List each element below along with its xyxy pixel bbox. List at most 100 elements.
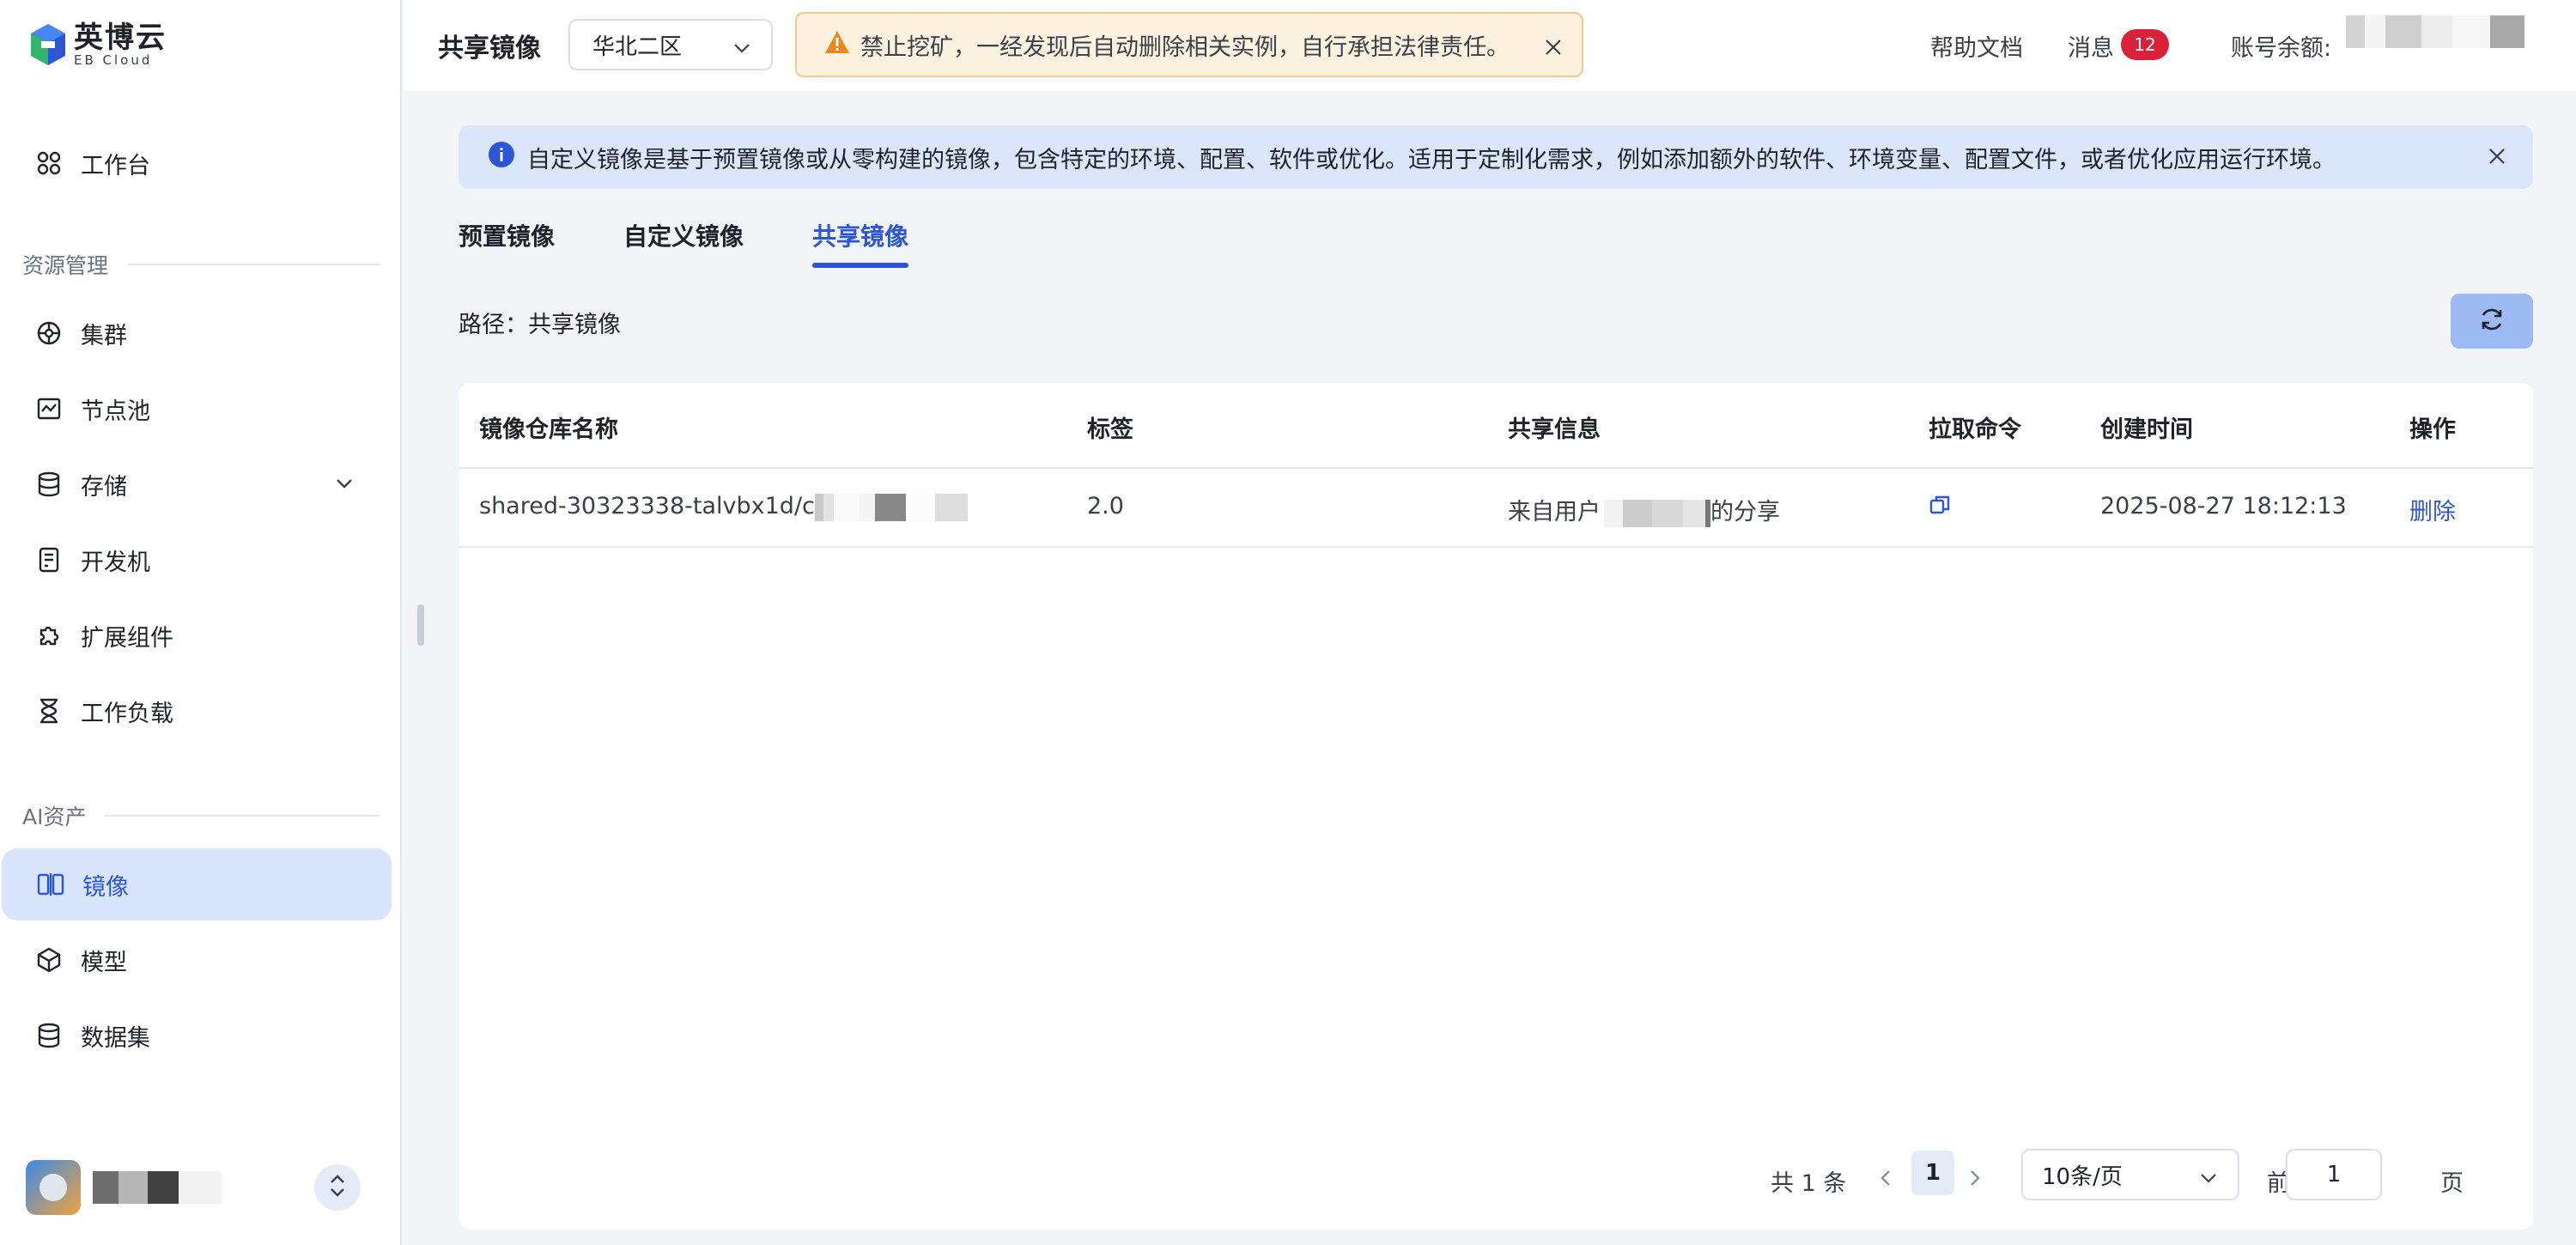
info-banner: 自定义镜像是基于预置镜像或从零构建的镜像，包含特定的环境、配置、软件或优化。适用… xyxy=(459,125,2533,189)
section-label: 资源管理 xyxy=(22,253,109,278)
sidebar-item-label: 节点池 xyxy=(81,398,150,425)
table-row: shared-30323338-talvbx1d/c 2.0 来自用户 的分享 … xyxy=(459,469,2533,548)
cluster-icon xyxy=(34,319,64,348)
share-info-cell: 来自用户 的分享 xyxy=(1508,493,1780,527)
chevron-right-icon xyxy=(1966,1168,1984,1194)
sidebar-item-dev-machine[interactable]: 开发机 xyxy=(0,524,392,596)
chevron-down-icon xyxy=(732,38,752,64)
tab-shared-images[interactable]: 共享镜像 xyxy=(812,218,908,252)
sidebar-item-label: 集群 xyxy=(81,322,127,349)
sidebar-item-label: 数据集 xyxy=(81,1024,150,1052)
sidebar-item-extension[interactable]: 扩展组件 xyxy=(0,599,392,671)
brand-logo[interactable]: 英博云 EB Cloud xyxy=(29,19,167,70)
warning-text: 禁止挖矿，一经发现后自动删除相关实例，自行承担法律责任。 xyxy=(860,33,1510,61)
user-profile[interactable] xyxy=(26,1159,369,1216)
breadcrumb: 路径：共享镜像 xyxy=(459,312,621,338)
info-icon xyxy=(488,141,515,174)
region-value: 华北二区 xyxy=(592,33,683,60)
info-text: 自定义镜像是基于预置镜像或从零构建的镜像，包含特定的环境、配置、软件或优化。适用… xyxy=(527,146,2336,173)
sidebar-item-label: 开发机 xyxy=(81,549,150,576)
chevron-down-icon xyxy=(2198,1168,2219,1194)
column-header: 镜像仓库名称 xyxy=(479,416,618,443)
username-redacted xyxy=(93,1171,222,1204)
expand-collapse-icon xyxy=(327,1173,348,1202)
goto-page-input[interactable] xyxy=(2286,1149,2382,1200)
column-header: 创建时间 xyxy=(2100,416,2193,443)
section-label: AI资产 xyxy=(22,805,87,829)
avatar xyxy=(26,1160,81,1215)
dataset-icon xyxy=(34,1021,64,1050)
column-header: 共享信息 xyxy=(1508,416,1601,443)
app-root: 英博云 EB Cloud 工作台 资源管理 集群 节点池 存储 开发机 扩展组件… xyxy=(0,0,2576,1245)
account-switch-button[interactable] xyxy=(314,1164,361,1211)
repo-name-cell: shared-30323338-talvbx1d/c xyxy=(479,493,968,521)
sidebar-item-label: 镜像 xyxy=(82,873,129,901)
section-resources: 资源管理 xyxy=(22,249,380,280)
messages-link[interactable]: 消息 xyxy=(2068,29,2114,63)
balance-redacted xyxy=(2346,15,2524,48)
logo-mark-icon xyxy=(29,22,67,67)
column-header: 操作 xyxy=(2409,416,2456,443)
messages-count-badge: 12 xyxy=(2121,29,2169,60)
repo-name: shared-30323338-talvbx1d/c xyxy=(479,493,815,519)
sidebar-item-storage[interactable]: 存储 xyxy=(0,448,392,520)
page-size-select[interactable]: 10条/页 xyxy=(2021,1149,2239,1200)
refresh-icon xyxy=(2478,306,2506,337)
brand-name: 英博云 xyxy=(74,21,167,55)
workbench-icon xyxy=(34,149,64,178)
close-icon[interactable] xyxy=(2487,146,2507,173)
close-icon[interactable] xyxy=(1544,36,1563,63)
refresh-button[interactable] xyxy=(2451,294,2533,349)
share-prefix: 来自用户 xyxy=(1508,499,1601,525)
region-select[interactable]: 华北二区 xyxy=(568,19,773,70)
sidebar-resize-handle[interactable] xyxy=(417,604,424,646)
help-docs-link[interactable]: 帮助文档 xyxy=(1930,29,2023,63)
chevron-down-icon[interactable] xyxy=(333,472,355,501)
page-size-value: 10条/页 xyxy=(2042,1163,2123,1190)
prev-page-button[interactable] xyxy=(1877,1154,1894,1207)
sidebar-item-workbench[interactable]: 工作台 xyxy=(0,127,392,199)
page-suffix-label: 页 xyxy=(2440,1169,2464,1197)
redacted-block xyxy=(1604,499,1710,527)
workload-icon xyxy=(34,696,64,726)
page-title: 共享镜像 xyxy=(438,33,541,64)
copy-icon xyxy=(1929,495,1953,523)
sidebar-item-dataset[interactable]: 数据集 xyxy=(0,999,392,1072)
table-header: 镜像仓库名称 标签 共享信息 拉取命令 创建时间 操作 xyxy=(459,383,2533,469)
image-icon xyxy=(36,870,65,899)
section-ai-assets: AI资产 xyxy=(22,800,380,831)
balance-label: 账号余额: xyxy=(2231,35,2332,62)
dev-machine-icon xyxy=(34,545,64,574)
warning-icon xyxy=(824,30,850,60)
divider xyxy=(127,264,380,265)
divider xyxy=(105,815,380,817)
brand-name-en: EB Cloud xyxy=(74,52,153,68)
sidebar-item-label: 存储 xyxy=(81,473,127,501)
copy-pull-command-button[interactable] xyxy=(1929,493,1953,523)
images-table: 镜像仓库名称 标签 共享信息 拉取命令 创建时间 操作 shared-30323… xyxy=(459,383,2533,1230)
sidebar-item-label: 工作负载 xyxy=(81,700,173,727)
pagination-total: 共 1 条 xyxy=(1771,1169,1847,1197)
tab-custom-images[interactable]: 自定义镜像 xyxy=(623,218,744,252)
created-time-cell: 2025-08-27 18:12:13 xyxy=(2100,493,2347,519)
next-page-button[interactable] xyxy=(1966,1154,1984,1207)
top-header: 共享镜像 华北二区 禁止挖矿，一经发现后自动删除相关实例，自行承担法律责任。 帮… xyxy=(404,0,2576,91)
column-header: 拉取命令 xyxy=(1929,416,2021,443)
sidebar-item-image[interactable]: 镜像 xyxy=(2,848,392,920)
node-pool-icon xyxy=(34,394,64,423)
mining-warning-banner: 禁止挖矿，一经发现后自动删除相关实例，自行承担法律责任。 xyxy=(795,12,1583,77)
sidebar-item-cluster[interactable]: 集群 xyxy=(0,297,392,369)
model-icon xyxy=(34,945,64,975)
sidebar: 英博云 EB Cloud 工作台 资源管理 集群 节点池 存储 开发机 扩展组件… xyxy=(0,0,402,1245)
sidebar-item-label: 工作台 xyxy=(81,152,150,179)
tab-preset-images[interactable]: 预置镜像 xyxy=(459,218,555,252)
storage-icon xyxy=(34,470,64,499)
redacted-block xyxy=(814,493,968,521)
sidebar-item-node-pool[interactable]: 节点池 xyxy=(0,373,392,445)
sidebar-item-label: 模型 xyxy=(81,949,127,976)
delete-button[interactable]: 删除 xyxy=(2409,493,2456,526)
chevron-left-icon xyxy=(1877,1168,1894,1194)
page-number-current[interactable]: 1 xyxy=(1911,1151,1954,1195)
sidebar-item-workload[interactable]: 工作负载 xyxy=(0,675,392,747)
sidebar-item-model[interactable]: 模型 xyxy=(0,924,392,996)
